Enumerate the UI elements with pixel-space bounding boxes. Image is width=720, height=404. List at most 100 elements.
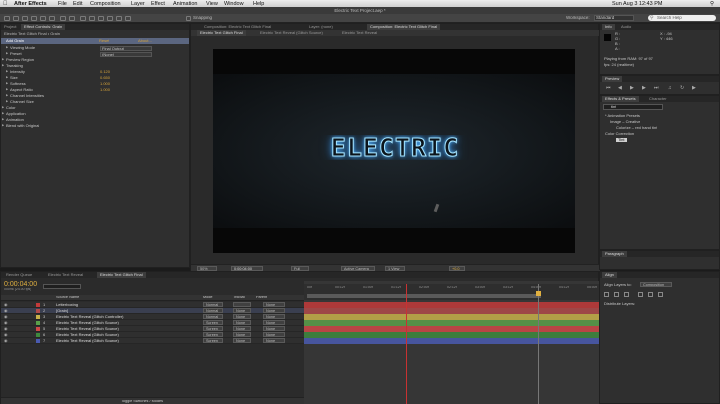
puppet-tool-icon[interactable]: [125, 16, 131, 21]
workspace-select[interactable]: Standard: [594, 15, 634, 21]
label-color-swatch[interactable]: [36, 309, 40, 313]
toggle-switches-modes[interactable]: Toggle Switches / Modes: [121, 400, 163, 404]
text-tool-icon[interactable]: [80, 16, 86, 21]
layer-parent-select[interactable]: None: [263, 308, 285, 313]
align-left-icon[interactable]: [604, 292, 609, 297]
layer-mode-select[interactable]: Screen: [203, 338, 223, 343]
align-top-icon[interactable]: [638, 292, 643, 297]
layer-trkmat-select[interactable]: None: [233, 332, 251, 337]
layer-parent-select[interactable]: None: [263, 326, 285, 331]
tab-effect-controls[interactable]: Effect Controls: Grain: [21, 24, 66, 30]
twirl-triangle-icon[interactable]: ▶: [2, 64, 4, 67]
layer-name[interactable]: [Grain]: [56, 309, 148, 313]
twirl-triangle-icon[interactable]: ▶: [6, 70, 8, 73]
subtab-text-reveal[interactable]: Electric Text Reveal: [339, 30, 380, 36]
effects-search-input[interactable]: tint: [603, 104, 663, 110]
align-hcenter-icon[interactable]: [614, 292, 619, 297]
tab-align[interactable]: Align: [602, 272, 617, 278]
layer-parent-select[interactable]: None: [263, 302, 285, 307]
pan-behind-tool-icon[interactable]: [49, 16, 55, 21]
snapping-checkbox[interactable]: [186, 16, 191, 21]
visibility-eye-icon[interactable]: ◉: [4, 315, 8, 319]
label-color-swatch[interactable]: [36, 321, 40, 325]
twirl-triangle-icon[interactable]: ▶: [2, 112, 4, 115]
selection-tool-icon[interactable]: [4, 16, 10, 21]
eraser-tool-icon[interactable]: [107, 16, 113, 21]
timeline-search-input[interactable]: [43, 284, 81, 289]
label-color-swatch[interactable]: [36, 315, 40, 319]
timeline-timecode[interactable]: 0:00:04:00: [4, 281, 37, 288]
label-color-swatch[interactable]: [36, 327, 40, 331]
twirl-triangle-icon[interactable]: ▶: [6, 88, 8, 91]
layer-trkmat-select[interactable]: None: [233, 338, 251, 343]
tab-render-queue[interactable]: Render Queue: [3, 272, 35, 278]
twirl-triangle-icon[interactable]: ▶: [6, 46, 8, 49]
layer-trkmat-select[interactable]: None: [233, 320, 251, 325]
layer-trkmat-select[interactable]: [233, 302, 251, 307]
layer-mode-select[interactable]: Screen: [203, 332, 223, 337]
layer-name[interactable]: Electric Text Reveal (Glitch Source): [56, 321, 148, 325]
tab-audio[interactable]: Audio: [618, 24, 634, 30]
layer-name[interactable]: Electric Text Reveal (Glitch Source): [56, 339, 148, 343]
visibility-eye-icon[interactable]: ◉: [4, 309, 8, 313]
tab-info[interactable]: Info: [602, 24, 615, 30]
rectangle-tool-icon[interactable]: [60, 16, 66, 21]
next-frame-icon[interactable]: ▶: [642, 85, 646, 91]
align-vcenter-icon[interactable]: [648, 292, 653, 297]
layer-name[interactable]: Electric Text Reveal (Glitch Controller): [56, 315, 148, 319]
layer-trkmat-select[interactable]: None: [233, 308, 251, 313]
current-time-indicator-icon[interactable]: [536, 291, 541, 296]
twirl-triangle-icon[interactable]: ▶: [6, 76, 8, 79]
effect-property-value[interactable]: 0.120: [100, 70, 110, 74]
camera-tool-icon[interactable]: [40, 16, 46, 21]
layer-parent-select[interactable]: None: [263, 314, 285, 319]
effect-row-add-grain[interactable]: Add Grain Reset About...: [1, 38, 189, 44]
align-bottom-icon[interactable]: [658, 292, 663, 297]
label-color-swatch[interactable]: [36, 339, 40, 343]
layer-parent-select[interactable]: None: [263, 338, 285, 343]
tab-effects-presets[interactable]: Effects & Presets: [602, 96, 639, 102]
layer-mode-select[interactable]: Normal: [203, 308, 223, 313]
brush-tool-icon[interactable]: [89, 16, 95, 21]
visibility-eye-icon[interactable]: ◉: [4, 327, 8, 331]
tab-glitch-final[interactable]: Electric Text Glitch Final: [97, 272, 146, 278]
layer-name[interactable]: Electric Text Reveal (Glitch Source): [56, 333, 148, 337]
clone-tool-icon[interactable]: [98, 16, 104, 21]
twirl-triangle-icon[interactable]: ▶: [6, 52, 8, 55]
comp-viewer[interactable]: ELECTRIC: [213, 49, 575, 253]
first-frame-icon[interactable]: ⏮: [606, 85, 611, 91]
twirl-triangle-icon[interactable]: ▶: [6, 82, 8, 85]
hand-tool-icon[interactable]: [13, 16, 19, 21]
last-frame-icon[interactable]: ⏭: [654, 85, 659, 91]
tab-preview[interactable]: Preview: [602, 76, 623, 82]
about-link[interactable]: About...: [138, 39, 152, 43]
layer-parent-select[interactable]: None: [263, 320, 285, 325]
twirl-triangle-icon[interactable]: ▶: [6, 94, 8, 97]
tree-tint[interactable]: Tint: [616, 138, 627, 142]
layer-mode-select[interactable]: Screen: [203, 320, 223, 325]
visibility-eye-icon[interactable]: ◉: [4, 333, 8, 337]
ram-preview-icon[interactable]: ▶: [692, 85, 696, 91]
tab-character[interactable]: Character: [646, 96, 670, 102]
subtab-glitch-final[interactable]: Electric Text Glitch Final: [197, 30, 246, 36]
layer-name[interactable]: Electric Text Reveal (Glitch Source): [56, 327, 148, 331]
zoom-tool-icon[interactable]: [22, 16, 28, 21]
effect-property-value[interactable]: 0.650: [100, 76, 110, 80]
audio-icon[interactable]: ♫: [668, 85, 672, 91]
reset-link[interactable]: Reset: [99, 39, 109, 43]
play-icon[interactable]: ▶: [630, 85, 634, 91]
playhead[interactable]: [406, 284, 407, 404]
effect-property-value[interactable]: 1.000: [100, 82, 110, 86]
prev-frame-icon[interactable]: ◀: [618, 85, 622, 91]
layer-trkmat-select[interactable]: None: [233, 314, 251, 319]
twirl-triangle-icon[interactable]: ▶: [2, 124, 4, 127]
tree-image-creative[interactable]: Image – Creative: [610, 120, 640, 124]
subtab-glitch-source[interactable]: Electric Text Reveal (Glitch Source): [257, 30, 326, 36]
layer-name[interactable]: Letterboxing: [56, 303, 148, 307]
label-color-swatch[interactable]: [36, 333, 40, 337]
twirl-triangle-icon[interactable]: ▶: [2, 106, 4, 109]
layer-mode-select[interactable]: Normal: [203, 314, 223, 319]
tab-text-reveal[interactable]: Electric Text Reveal: [45, 272, 86, 278]
effect-property-row[interactable]: ▶ Blend with Original: [1, 123, 189, 129]
tree-colorize[interactable]: Colorize – red hand tint: [616, 126, 657, 130]
